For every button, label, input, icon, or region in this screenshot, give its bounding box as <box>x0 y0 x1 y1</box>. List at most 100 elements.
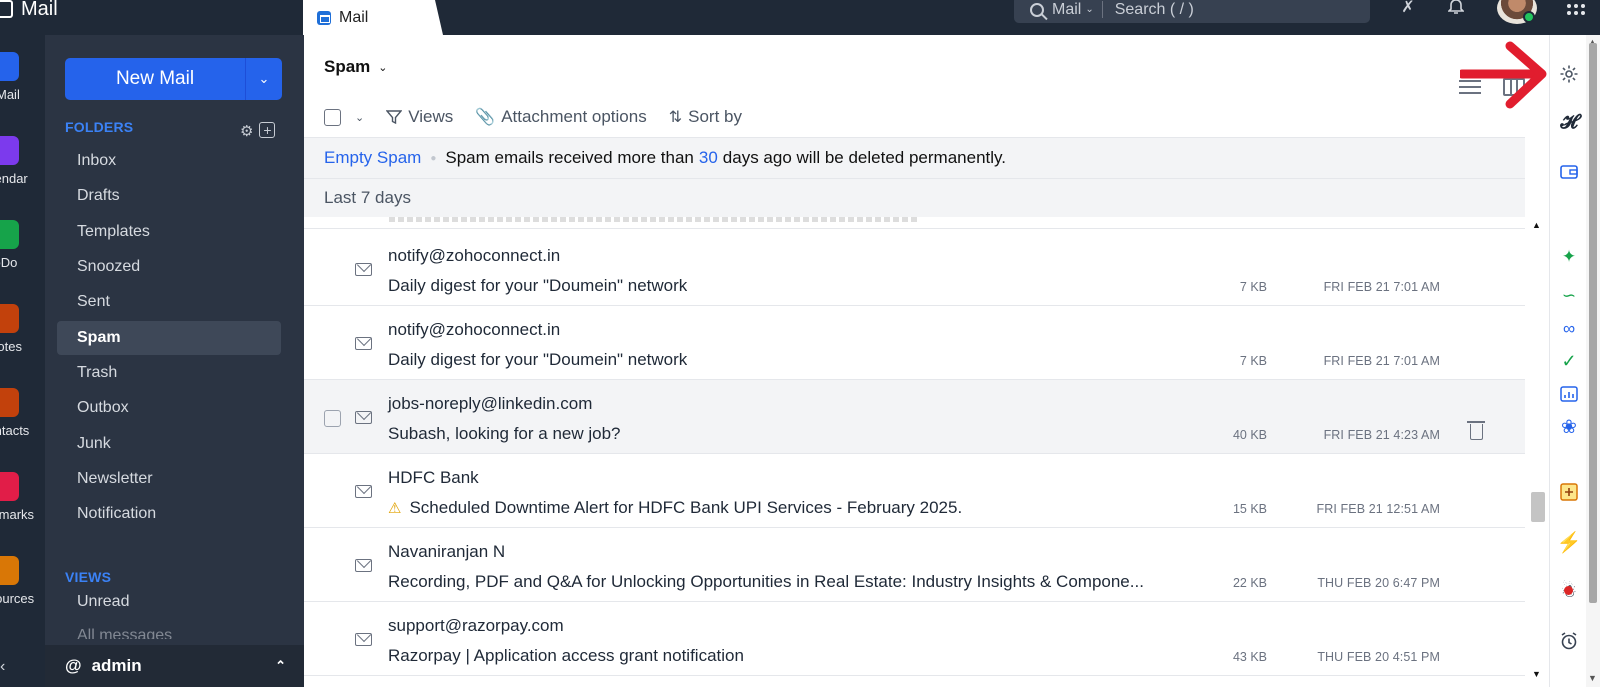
sort-by-button[interactable]: ⇅ Sort by <box>669 107 742 127</box>
mail-list-scrollbar[interactable]: ▲ ▼ <box>1527 217 1549 687</box>
collapse-rail-chevron-icon[interactable]: ‹ <box>0 658 5 676</box>
folder-sent[interactable]: Sent <box>57 285 281 319</box>
scrollbar-thumb[interactable] <box>1531 492 1545 522</box>
mail-size: 7 KB <box>1239 280 1267 294</box>
rail-label: Resources <box>0 591 35 606</box>
page-title: Spam <box>324 57 371 76</box>
folder-settings-gear-icon[interactable]: ⚙ <box>240 122 253 140</box>
filter-funnel-icon <box>386 110 403 125</box>
search-bar[interactable]: Mail ⌄ Search ( / ) <box>1014 0 1370 23</box>
select-options-chevron-icon[interactable]: ⌄ <box>355 111 364 124</box>
mail-size: 15 KB <box>1232 502 1267 516</box>
folder-drafts[interactable]: Drafts <box>57 179 281 213</box>
lightning-icon[interactable]: ⚡ <box>1557 531 1582 554</box>
add-note-icon[interactable] <box>1558 481 1580 503</box>
streams-logo-icon[interactable]: 𝓗 <box>1558 112 1580 134</box>
scroll-down-arrow-icon[interactable]: ▼ <box>1588 673 1597 683</box>
mail-row[interactable]: jobs-noreply@linkedin.com Subash, lookin… <box>304 380 1525 454</box>
views-button[interactable]: Views <box>386 107 453 127</box>
alarm-clock-icon[interactable] <box>1558 630 1580 652</box>
notes-icon <box>0 304 19 333</box>
mail-icon <box>317 10 331 25</box>
tab-mail[interactable]: Mail <box>303 0 443 35</box>
mail-subject: Subash, looking for a new job? <box>388 424 621 443</box>
folder-inbox[interactable]: Inbox <box>57 144 281 178</box>
envelope-open-icon <box>355 559 372 572</box>
app-brand[interactable]: Mail <box>0 0 58 24</box>
banner-text-end: days ago will be deleted permanently. <box>722 148 1006 167</box>
mail-list: notify@zohoconnect.in Daily digest for y… <box>304 232 1525 676</box>
rail-label: Mail <box>0 87 20 102</box>
plug-icon[interactable]: ✦ <box>1558 246 1580 268</box>
account-switcher[interactable]: @ admin ⌃ <box>45 645 304 687</box>
mail-subject: Daily digest for your "Doumein" network <box>388 350 688 369</box>
view-all-messages[interactable]: All messages <box>77 627 172 639</box>
search-input[interactable]: Search ( / ) <box>1115 1 1194 19</box>
mail-subject: Scheduled Downtime Alert for HDFC Bank U… <box>409 498 963 517</box>
spam-retention-banner: Empty Spam ● Spam emails received more t… <box>304 137 1525 179</box>
search-scope-dropdown[interactable]: Mail ⌄ <box>1052 1 1094 19</box>
add-folder-plus-icon[interactable]: + <box>259 122 276 138</box>
apps-grid-icon[interactable] <box>1567 0 1587 16</box>
folder-title-dropdown[interactable]: Spam ⌄ <box>324 57 388 77</box>
analytics-icon[interactable] <box>1558 383 1580 405</box>
empty-spam-link[interactable]: Empty Spam <box>324 148 421 168</box>
new-mail-options-chevron-icon[interactable]: ⌄ <box>246 71 282 87</box>
mail-row[interactable]: Navaniranjan N Recording, PDF and Q&A fo… <box>304 528 1525 602</box>
view-unread[interactable]: Unread <box>57 585 281 619</box>
rail-label: Contacts <box>0 423 30 438</box>
mail-row[interactable]: notify@zohoconnect.in Daily digest for y… <box>304 232 1525 306</box>
row-checkbox[interactable] <box>324 410 341 427</box>
folder-templates[interactable]: Templates <box>57 215 281 249</box>
scroll-up-arrow-icon[interactable]: ▲ <box>1532 220 1541 230</box>
folder-outbox[interactable]: Outbox <box>57 391 281 425</box>
link-icon[interactable]: ∞ <box>1558 318 1580 340</box>
envelope-open-icon <box>355 411 372 424</box>
retention-days[interactable]: 30 <box>699 148 718 168</box>
new-mail-button[interactable]: New Mail ⌄ <box>65 58 282 100</box>
mail-size: 7 KB <box>1239 354 1267 368</box>
flower-integration-icon[interactable]: ❀ <box>1558 416 1580 438</box>
attachment-options-label: Attachment options <box>501 107 647 126</box>
folder-trash[interactable]: Trash <box>57 356 281 390</box>
envelope-open-icon <box>355 485 372 498</box>
mail-sender: notify@zohoconnect.in <box>388 246 561 265</box>
envelope-open-icon <box>355 337 372 350</box>
chevron-up-icon: ⌃ <box>275 658 286 673</box>
attachment-options-button[interactable]: 📎 Attachment options <box>475 107 646 127</box>
bell-icon[interactable] <box>1445 0 1467 18</box>
mail-subject: Razorpay | Application access grant noti… <box>388 646 744 665</box>
notification-dot <box>1564 586 1573 595</box>
mail-row[interactable]: support@razorpay.com Razorpay | Applicat… <box>304 602 1525 676</box>
search-icon <box>1030 2 1044 17</box>
folder-newsletter[interactable]: Newsletter <box>57 462 281 496</box>
todo-check-icon <box>0 220 19 249</box>
wallet-icon[interactable] <box>1558 161 1580 183</box>
window-scrollbar[interactable]: ▲ ▼ <box>1586 35 1600 687</box>
signature-icon[interactable]: ∽ <box>1558 285 1580 307</box>
folder-notification[interactable]: Notification <box>57 497 281 531</box>
offline-sync-icon[interactable]: ✗ <box>1397 0 1419 18</box>
mail-row[interactable]: notify@zohoconnect.in Daily digest for y… <box>304 306 1525 380</box>
select-all-checkbox[interactable] <box>324 108 341 126</box>
folder-spam[interactable]: Spam <box>57 321 281 355</box>
mail-subject: Daily digest for your "Doumein" network <box>388 276 688 295</box>
separator-dot: ● <box>430 152 437 164</box>
trash-icon[interactable] <box>1467 421 1485 440</box>
double-check-icon[interactable]: ✓ <box>1558 350 1580 372</box>
folder-junk[interactable]: Junk <box>57 427 281 461</box>
top-bar: Mail Mail Mail ⌄ Search ( / ) ✗ <box>0 0 1600 35</box>
user-avatar[interactable] <box>1497 0 1537 24</box>
mail-size: 40 KB <box>1232 428 1267 442</box>
tab-label: Mail <box>339 8 369 26</box>
folder-snoozed[interactable]: Snoozed <box>57 250 281 284</box>
online-status-dot <box>1523 11 1535 23</box>
scroll-down-arrow-icon[interactable]: ▼ <box>1532 669 1541 679</box>
divider <box>1101 1 1103 18</box>
rail-label: Bookmarks <box>0 507 35 522</box>
scrollbar-thumb[interactable] <box>1589 43 1597 603</box>
mail-size: 22 KB <box>1232 576 1267 590</box>
mail-row[interactable]: HDFC Bank ⚠ Scheduled Downtime Alert for … <box>304 454 1525 528</box>
views-label: Views <box>408 107 454 126</box>
rail-label: Notes <box>0 339 22 354</box>
